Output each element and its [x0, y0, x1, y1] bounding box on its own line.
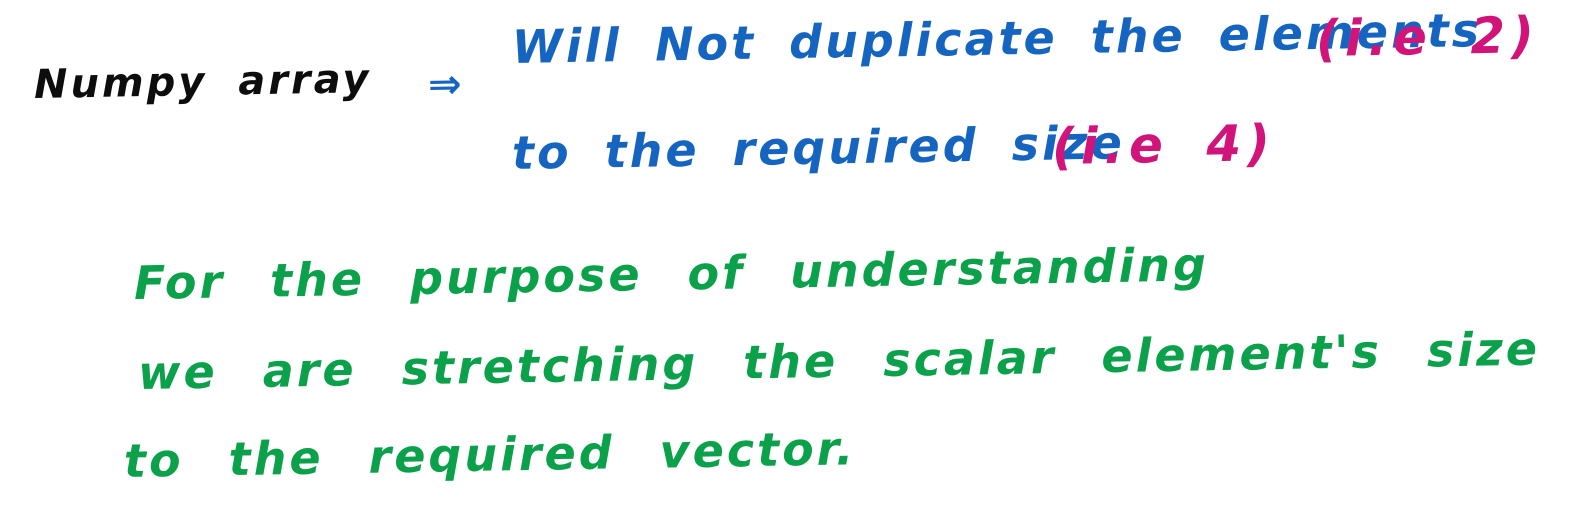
- numpy-array-label: Numpy array: [33, 56, 372, 108]
- green-line-1: For the purpose of understanding: [133, 237, 1210, 310]
- magenta-note-2: (i.e 4): [1051, 114, 1277, 176]
- blue-line-2: to the required size: [511, 115, 1126, 180]
- implies-arrow-icon: ⇒: [427, 61, 465, 108]
- handwritten-note: Numpy array ⇒ Will Not duplicate the ele…: [0, 0, 1589, 520]
- magenta-note-1: (i.e 2): [1315, 6, 1541, 68]
- green-line-2: we are stretching the scalar element's s…: [137, 321, 1541, 400]
- green-line-3: to the required vector.: [123, 421, 857, 488]
